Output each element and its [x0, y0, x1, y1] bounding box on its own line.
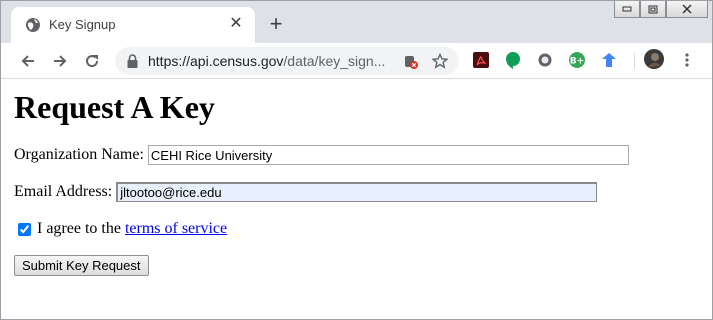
toolbar-divider: [634, 53, 635, 69]
window-controls: [614, 1, 708, 19]
extension-circle-icon[interactable]: [536, 51, 554, 69]
acrobat-icon[interactable]: [472, 51, 490, 69]
svg-text:B+: B+: [570, 57, 584, 67]
url-text: https://api.census.gov/data/key_sign...: [148, 53, 386, 69]
star-icon[interactable]: [431, 52, 449, 70]
minimize-button[interactable]: [614, 1, 640, 18]
browser-window: Key Signup ✕ + https://api.census.gov/da…: [0, 0, 713, 320]
globe-icon: [25, 17, 41, 33]
org-label: Organization Name:: [14, 146, 144, 163]
tab-key-signup[interactable]: Key Signup ✕: [11, 7, 255, 43]
plus-icon[interactable]: +: [265, 13, 287, 36]
organization-name-field[interactable]: [147, 145, 629, 165]
agree-row: I agree to the terms of service: [14, 220, 227, 238]
page-title: Request A Key: [14, 89, 215, 125]
agree-checkbox[interactable]: [18, 222, 31, 236]
camera-blocked-icon[interactable]: [402, 52, 420, 70]
google-plus-icon[interactable]: B+: [568, 51, 586, 69]
menu-icon[interactable]: [678, 51, 696, 69]
hangouts-icon[interactable]: [504, 51, 522, 69]
toolbar: https://api.census.gov/data/key_sign... …: [1, 43, 712, 79]
extension-arrow-icon[interactable]: [600, 51, 618, 69]
email-row: Email Address:: [14, 182, 598, 202]
org-row: Organization Name:: [14, 145, 629, 165]
back-icon[interactable]: [17, 50, 39, 72]
close-icon[interactable]: ✕: [227, 15, 245, 33]
terms-of-service-link[interactable]: terms of service: [125, 220, 227, 238]
page-content: Request A Key Organization Name: Email A…: [1, 79, 712, 319]
window-close-button[interactable]: [666, 1, 708, 18]
maximize-button[interactable]: [640, 1, 666, 18]
agree-text: I agree to the: [37, 220, 125, 237]
address-bar[interactable]: https://api.census.gov/data/key_sign...: [115, 47, 459, 75]
email-label: Email Address:: [14, 183, 113, 200]
tab-title: Key Signup: [49, 17, 116, 32]
forward-icon[interactable]: [49, 50, 71, 72]
avatar[interactable]: [644, 49, 664, 69]
reload-icon[interactable]: [81, 50, 103, 72]
submit-key-request-button[interactable]: Submit Key Request: [14, 255, 149, 276]
tab-strip: Key Signup ✕ +: [1, 1, 712, 43]
email-field[interactable]: [116, 182, 598, 202]
lock-icon[interactable]: [127, 54, 138, 73]
